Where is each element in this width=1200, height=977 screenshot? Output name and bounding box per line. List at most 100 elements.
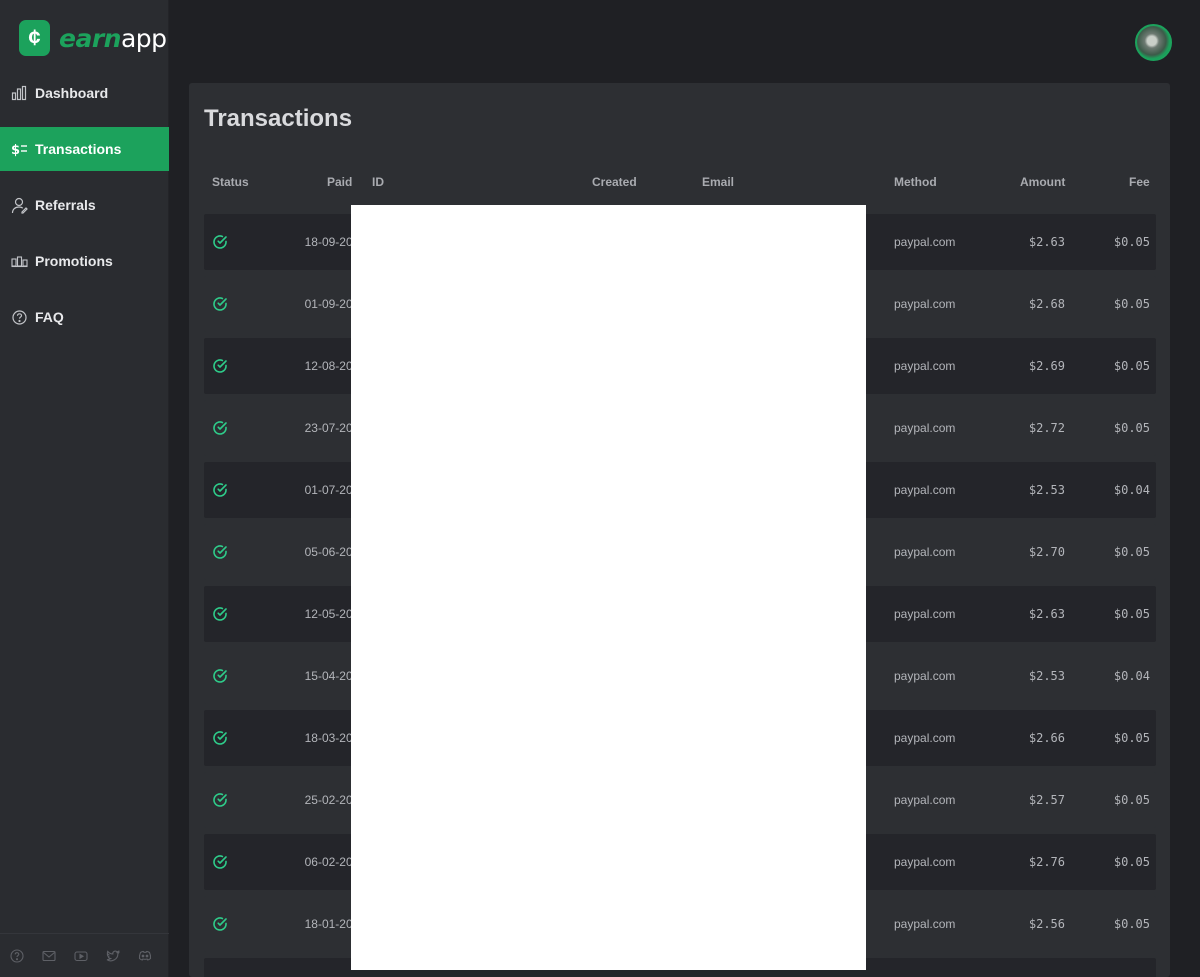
method-cell: paypal.com [894, 607, 956, 621]
fee-cell: $0.05 [1113, 731, 1150, 745]
sidebar-item-label: Promotions [35, 253, 113, 269]
amount-cell: $2.63 [1028, 235, 1065, 249]
page-title: Transactions [204, 105, 353, 132]
logo-mark-icon: ¢ [19, 20, 50, 56]
status-cell [212, 462, 228, 518]
column-header-status[interactable]: Status [212, 175, 249, 189]
twitter-icon[interactable] [105, 948, 120, 963]
amount-cell: $2.72 [1028, 421, 1065, 435]
status-cell [212, 834, 228, 890]
column-header-id[interactable]: ID [372, 175, 384, 189]
sidebar-item-label: Referrals [35, 197, 96, 213]
method-cell: paypal.com [894, 793, 956, 807]
amount-cell: $2.70 [1028, 545, 1065, 559]
amount-cell: $2.57 [1028, 793, 1065, 807]
mail-icon[interactable] [41, 948, 56, 963]
sidebar-item-dashboard[interactable]: Dashboard [0, 71, 169, 115]
fee-cell: $0.05 [1113, 917, 1150, 931]
status-cell [212, 710, 228, 766]
check-circle-icon [213, 235, 227, 249]
fee-cell: $0.05 [1113, 235, 1150, 249]
check-circle-icon [213, 793, 227, 807]
status-cell [212, 896, 228, 952]
sidebar-item-transactions[interactable]: $ Transactions [0, 127, 169, 171]
method-cell: paypal.com [894, 917, 956, 931]
status-cell [212, 772, 228, 828]
fee-cell: $0.05 [1113, 421, 1150, 435]
svg-text:$: $ [11, 143, 20, 157]
status-cell [212, 524, 228, 580]
check-circle-icon [213, 669, 227, 683]
question-icon [10, 308, 28, 326]
amount-cell: $2.68 [1028, 297, 1065, 311]
amount-cell: $2.53 [1028, 669, 1065, 683]
method-cell: paypal.com [894, 235, 956, 249]
amount-cell: $2.69 [1028, 359, 1065, 373]
check-circle-icon [213, 359, 227, 373]
promotions-icon [10, 252, 28, 270]
fee-cell: $0.05 [1113, 607, 1150, 621]
status-cell [212, 214, 228, 270]
table-header: Status Paid ID Created Email Method Amou… [204, 175, 1156, 193]
dollar-list-icon: $ [10, 140, 28, 158]
fee-cell: $0.05 [1113, 297, 1150, 311]
check-circle-icon [213, 421, 227, 435]
status-cell [212, 276, 228, 332]
amount-cell: $2.63 [1028, 607, 1065, 621]
status-cell [212, 400, 228, 456]
redacted-area [351, 205, 866, 970]
sidebar-item-promotions[interactable]: Promotions [0, 239, 169, 283]
bar-chart-icon [10, 84, 28, 102]
method-cell: paypal.com [894, 421, 956, 435]
sidebar-nav: Dashboard $ Transactions Referrals Promo… [0, 71, 169, 351]
column-header-fee[interactable]: Fee [1129, 175, 1150, 189]
fee-cell: $0.05 [1113, 359, 1150, 373]
method-cell: paypal.com [894, 731, 956, 745]
column-header-created[interactable]: Created [592, 175, 637, 189]
check-circle-icon [213, 731, 227, 745]
earnapp-logo[interactable]: ¢ earnapp [19, 20, 167, 56]
method-cell: paypal.com [894, 855, 956, 869]
amount-cell: $2.66 [1028, 731, 1065, 745]
amount-cell: $2.56 [1028, 917, 1065, 931]
fee-cell: $0.04 [1113, 483, 1150, 497]
column-header-paid[interactable]: Paid [327, 175, 352, 189]
sidebar-item-referrals[interactable]: Referrals [0, 183, 169, 227]
method-cell: paypal.com [894, 483, 956, 497]
fee-cell: $0.05 [1113, 855, 1150, 869]
sidebar-footer [0, 933, 169, 977]
check-circle-icon [213, 545, 227, 559]
column-header-amount[interactable]: Amount [1020, 175, 1065, 189]
check-circle-icon [213, 855, 227, 869]
logo-wordmark: earnapp [59, 24, 167, 53]
column-header-method[interactable]: Method [894, 175, 937, 189]
sidebar-item-label: FAQ [35, 309, 64, 325]
column-header-email[interactable]: Email [702, 175, 734, 189]
user-avatar[interactable] [1135, 24, 1172, 61]
sidebar-item-faq[interactable]: FAQ [0, 295, 169, 339]
method-cell: paypal.com [894, 297, 956, 311]
check-circle-icon [213, 917, 227, 931]
status-cell [212, 648, 228, 704]
logo-earn-text: earn [59, 23, 121, 53]
check-circle-icon [213, 297, 227, 311]
check-circle-icon [213, 607, 227, 621]
check-circle-icon [213, 483, 227, 497]
amount-cell: $2.53 [1028, 483, 1065, 497]
discord-icon[interactable] [137, 948, 152, 963]
fee-cell: $0.05 [1113, 793, 1150, 807]
fee-cell: $0.05 [1113, 545, 1150, 559]
user-icon [10, 196, 28, 214]
help-circle-icon[interactable] [9, 948, 24, 963]
sidebar-item-label: Transactions [35, 141, 122, 157]
sidebar-item-label: Dashboard [35, 85, 109, 101]
method-cell: paypal.com [894, 669, 956, 683]
fee-cell: $0.04 [1113, 669, 1150, 683]
sidebar: ¢ earnapp Dashboard $ Transactions Refer… [0, 0, 169, 977]
method-cell: paypal.com [894, 359, 956, 373]
logo-app-text: app [120, 23, 167, 53]
status-cell [212, 338, 228, 394]
youtube-icon[interactable] [73, 948, 88, 963]
status-cell [212, 586, 228, 642]
method-cell: paypal.com [894, 545, 956, 559]
